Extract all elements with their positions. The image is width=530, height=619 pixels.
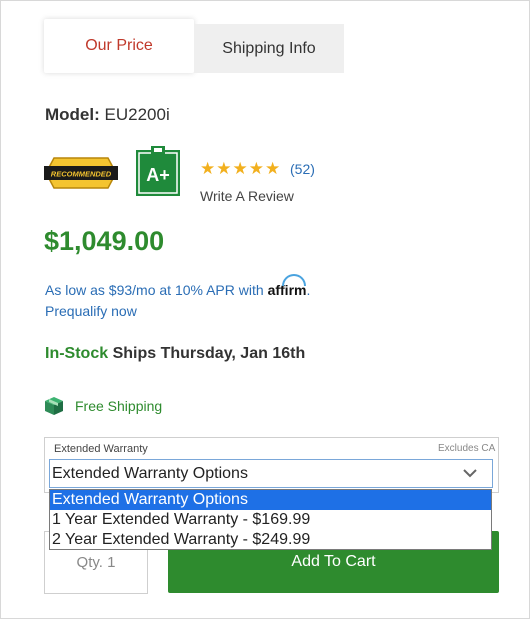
warranty-excludes-note: Excludes CA	[438, 443, 496, 454]
financing-suffix: .	[306, 282, 311, 298]
grade-badge-icon: A+	[136, 146, 180, 196]
star-icon: ★	[232, 159, 249, 178]
model-line: Model: EU2200i	[45, 105, 170, 125]
in-stock-label: In-Stock	[45, 345, 109, 362]
free-shipping-label: Free Shipping	[75, 398, 163, 414]
tab-shipping-info[interactable]: Shipping Info	[194, 24, 344, 73]
recommended-badge-icon: RECOMMENDED	[44, 157, 118, 189]
warranty-option[interactable]: 1 Year Extended Warranty - $169.99	[50, 510, 491, 530]
package-icon	[45, 397, 63, 415]
affirm-logo: affirm	[268, 274, 306, 298]
warranty-label: Extended Warranty	[54, 443, 148, 455]
quantity-placeholder: Qty. 1	[76, 554, 116, 571]
warranty-selected-value: Extended Warranty Options	[52, 464, 248, 482]
add-to-cart-label: Add To Cart	[291, 553, 376, 570]
chevron-down-icon[interactable]	[462, 466, 478, 480]
prequalify-link[interactable]: Prequalify now	[45, 303, 137, 319]
financing-text: As low as $93/mo at 10% APR with	[45, 282, 264, 298]
star-icon: ★	[216, 159, 233, 178]
stock-status: In-Stock Ships Thursday, Jan 16th	[45, 345, 305, 363]
star-icon: ★	[200, 159, 217, 178]
financing-line: As low as $93/mo at 10% APR with affirm.	[45, 274, 311, 298]
model-label: Model:	[45, 105, 100, 124]
review-count-link[interactable]: (52)	[290, 161, 315, 177]
grade-badge-text: A+	[146, 165, 170, 185]
ship-date: Ships Thursday, Jan 16th	[112, 345, 306, 362]
tab-our-price[interactable]: Our Price	[44, 19, 194, 73]
warranty-option[interactable]: Extended Warranty Options	[50, 490, 491, 510]
model-value: EU2200i	[104, 105, 170, 124]
star-icon: ★	[265, 159, 282, 178]
recommended-badge-text: RECOMMENDED	[51, 170, 112, 179]
star-rating[interactable]: ★★★★★	[200, 159, 281, 179]
warranty-select[interactable]: Extended Warranty Options	[49, 459, 493, 488]
product-price: $1,049.00	[44, 226, 165, 256]
star-icon: ★	[248, 159, 265, 178]
write-review-link[interactable]: Write A Review	[200, 188, 294, 204]
warranty-dropdown-list: Extended Warranty Options 1 Year Extende…	[49, 489, 492, 550]
warranty-option[interactable]: 2 Year Extended Warranty - $249.99	[50, 530, 491, 550]
